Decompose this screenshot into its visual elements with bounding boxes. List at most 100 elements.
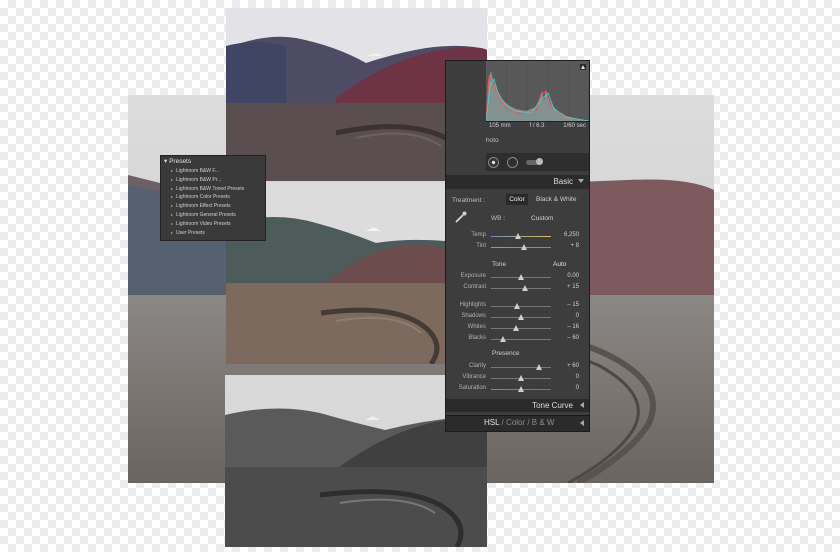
slider-label: Exposure — [460, 273, 486, 279]
preset-folder-item[interactable]: Lightroom Effect Presets — [171, 202, 265, 211]
slider-label: Clarity — [468, 363, 486, 369]
slider-handle[interactable] — [518, 314, 524, 320]
red-eye-icon[interactable] — [507, 156, 518, 168]
tab-hsl[interactable]: HSL — [484, 418, 499, 427]
slider-label: Contrast — [463, 284, 486, 290]
slider-handle[interactable] — [518, 274, 524, 280]
slider-value[interactable]: + 8 — [570, 243, 579, 249]
white-balance-dropper-icon[interactable] — [454, 211, 468, 223]
slider-value[interactable]: – 60 — [567, 335, 579, 341]
slider-saturation: Saturation 0 — [446, 384, 589, 394]
tone-curve-title: Tone Curve — [532, 401, 573, 410]
slider-handle[interactable] — [500, 336, 506, 342]
white-balance-label: WB : — [491, 215, 506, 222]
slider-label: Tint — [476, 243, 486, 249]
slider-track[interactable] — [491, 325, 551, 331]
shutter-speed: 1/60 sec — [563, 123, 586, 129]
preset-folder-item[interactable]: Lightroom B&W F... — [171, 167, 265, 176]
expand-arrow-icon — [580, 402, 584, 408]
slider-value[interactable]: – 16 — [567, 324, 579, 330]
treatment-color-button[interactable]: Color — [506, 194, 528, 205]
slider-handle[interactable] — [518, 375, 524, 381]
preset-folder-item[interactable]: User Presets — [171, 229, 265, 238]
slider-value[interactable]: 0.00 — [567, 273, 579, 279]
treatment-bw-button[interactable]: Black & White — [536, 194, 576, 205]
slider-label: Highlights — [459, 302, 486, 308]
slider-whites: Whites – 16 — [446, 323, 589, 333]
collapse-arrow-icon — [578, 179, 584, 183]
aperture: f / 6.3 — [529, 123, 545, 129]
slider-track[interactable] — [491, 274, 551, 280]
develop-panel: 105 mm f / 6.3 1/60 sec hoto Basic Treat… — [445, 60, 590, 432]
slider-handle[interactable] — [513, 325, 520, 331]
tab-color[interactable]: Color — [506, 418, 525, 427]
slider-contrast: Contrast + 15 — [446, 283, 589, 293]
focal-length: 105 mm — [489, 123, 511, 129]
tone-auto-button[interactable]: Auto — [553, 261, 566, 268]
hsl-header[interactable]: HSL / Color / B & W — [446, 415, 589, 431]
slider-handle[interactable] — [521, 244, 527, 250]
slider-label: Vibrance — [462, 374, 486, 380]
slider-track[interactable] — [491, 233, 551, 239]
original-photo-label: hoto — [486, 137, 499, 144]
slider-track[interactable] — [491, 314, 551, 320]
slider-clarity: Clarity + 60 — [446, 362, 589, 372]
slider-track[interactable] — [491, 303, 551, 309]
preset-folder-item[interactable]: Lightroom B&W Pr... — [171, 176, 265, 185]
slider-shadows: Shadows 0 — [446, 312, 589, 322]
slider-handle[interactable] — [536, 364, 542, 370]
spot-removal-icon[interactable] — [488, 156, 499, 168]
slider-handle[interactable] — [514, 303, 521, 309]
tool-strip — [486, 153, 589, 171]
tab-bw[interactable]: B & W — [532, 418, 555, 427]
adjustment-brush-icon[interactable] — [526, 157, 543, 165]
histogram — [486, 61, 589, 122]
basic-section-header[interactable]: Basic — [446, 175, 589, 189]
slider-label: Blacks — [468, 335, 486, 341]
slider-label: Temp — [471, 232, 486, 238]
slider-exposure: Exposure 0.00 — [446, 272, 589, 282]
slider-track[interactable] — [491, 285, 551, 291]
slider-highlights: Highlights – 15 — [446, 301, 589, 311]
treatment-label: Treatment : — [452, 197, 485, 204]
slider-vibrance: Vibrance 0 — [446, 373, 589, 383]
slider-handle[interactable] — [518, 386, 524, 392]
basic-section-title: Basic — [553, 177, 573, 186]
slider-track[interactable] — [491, 364, 551, 370]
slider-value[interactable]: + 60 — [567, 363, 579, 369]
preset-folder-item[interactable]: Lightroom Color Presets — [171, 193, 265, 202]
slider-track[interactable] — [491, 375, 551, 381]
slider-handle[interactable] — [515, 233, 521, 239]
preset-folder-item[interactable]: Lightroom General Presets — [171, 211, 265, 220]
slider-value[interactable]: – 15 — [567, 302, 579, 308]
tone-label: Tone — [492, 261, 507, 268]
slider-handle[interactable] — [521, 285, 528, 291]
preset-folder-item[interactable]: Lightroom B&W Toned Presets — [171, 185, 265, 194]
slider-temp: Temp 6,250 — [446, 231, 589, 241]
tab-separator: / — [501, 418, 504, 427]
tone-curve-header[interactable]: Tone Curve — [446, 399, 589, 412]
slider-track[interactable] — [491, 336, 551, 342]
slider-track[interactable] — [491, 244, 551, 250]
preset-folder-item[interactable]: Lightroom Video Presets — [171, 220, 265, 229]
slider-value[interactable]: 0 — [576, 385, 579, 391]
slider-value[interactable]: + 15 — [567, 284, 579, 290]
presence-label: Presence — [492, 350, 520, 357]
slider-tint: Tint + 8 — [446, 242, 589, 252]
preset-list: Lightroom B&W F...Lightroom B&W Pr...Lig… — [161, 167, 265, 237]
slider-value[interactable]: 0 — [576, 374, 579, 380]
white-balance-select[interactable]: Custom — [531, 215, 553, 222]
slider-label: Shadows — [461, 313, 486, 319]
slider-blacks: Blacks – 60 — [446, 334, 589, 344]
tab-separator: / — [527, 418, 530, 427]
presets-panel: ▾ Presets Lightroom B&W F...Lightroom B&… — [160, 155, 266, 241]
presets-header[interactable]: ▾ Presets — [161, 156, 265, 167]
presets-title: Presets — [169, 158, 192, 165]
slider-label: Whites — [467, 324, 486, 330]
expand-arrow-icon — [580, 420, 584, 426]
slider-track[interactable] — [491, 386, 551, 392]
slider-value[interactable]: 0 — [576, 313, 579, 319]
slider-value[interactable]: 6,250 — [564, 232, 579, 238]
exif-info: 105 mm f / 6.3 1/60 sec — [486, 123, 589, 133]
slider-label: Saturation — [458, 385, 486, 391]
